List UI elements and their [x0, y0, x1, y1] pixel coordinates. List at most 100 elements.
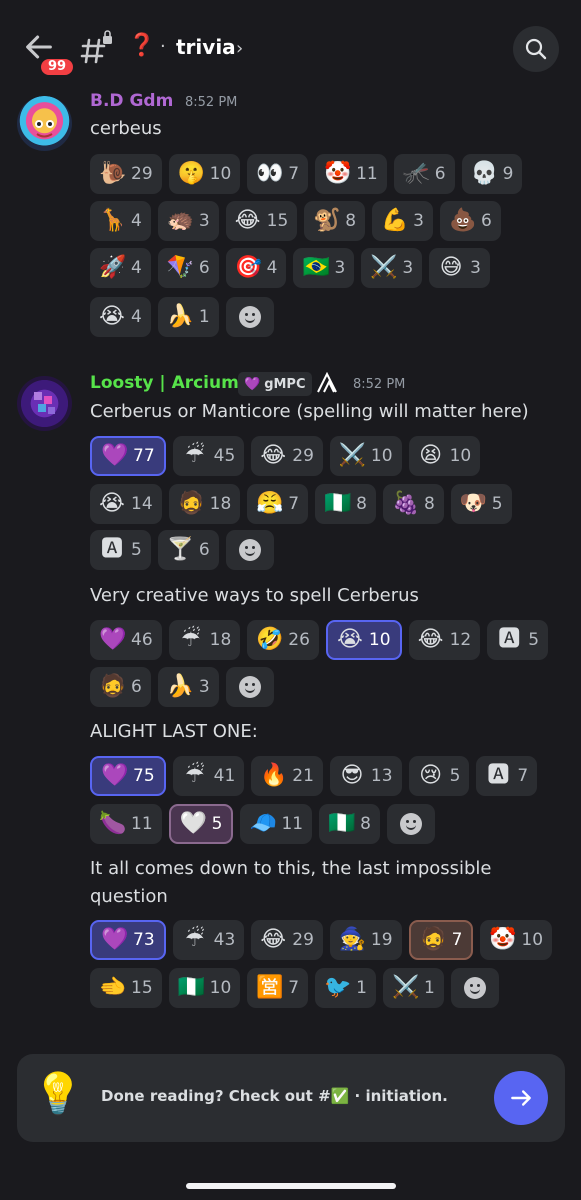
reaction-chip[interactable]: 😭 14 [90, 484, 162, 524]
reaction-chip[interactable]: 👀 7 [247, 154, 309, 194]
reaction-chip[interactable]: 😭 4 [90, 297, 151, 337]
reaction-chip[interactable]: 🇧🇷 3 [293, 248, 355, 288]
reaction-chip[interactable]: ☔ 43 [172, 920, 245, 960]
reaction-emoji: 🤣 [256, 627, 284, 652]
reaction-chip[interactable]: 🇳🇬 8 [319, 804, 380, 844]
reaction-chip[interactable]: 😂 29 [251, 436, 323, 476]
reaction-count: 6 [131, 677, 142, 697]
reaction-chip[interactable]: 😫 10 [408, 436, 481, 476]
reaction-count: 10 [449, 446, 472, 466]
reaction-chip[interactable]: 💀 9 [461, 154, 523, 194]
reaction-count: 19 [370, 930, 393, 950]
reaction-chip[interactable]: 🧢 11 [240, 804, 313, 844]
reaction-emoji: 🐦 [324, 975, 352, 1000]
reaction-row: 🍆 11 🤍 5 🧢 11 🇳🇬 8 [90, 804, 435, 844]
channel-separator: · [160, 36, 166, 57]
add-reaction-button[interactable] [450, 968, 499, 1008]
reaction-chip[interactable]: 🍌 3 [157, 667, 219, 707]
reaction-chip[interactable]: 😭 10 [325, 620, 402, 660]
reaction-chip[interactable]: 🚀 4 [90, 248, 151, 288]
reaction-chip[interactable]: 🍸 6 [157, 530, 219, 570]
done-reading-banner[interactable]: 💡 Done reading? Check out #✅ · initiatio… [17, 1054, 565, 1142]
reaction-chip[interactable]: 💜 75 [90, 756, 166, 796]
reaction-chip[interactable]: 🅰 5 [90, 530, 151, 570]
reaction-chip[interactable]: 🅰 7 [476, 756, 538, 796]
reaction-chip[interactable]: 🎯 4 [225, 248, 287, 288]
reaction-emoji: 💀 [470, 161, 498, 186]
go-button[interactable] [494, 1071, 548, 1125]
reaction-chip[interactable]: 🪁 6 [157, 248, 219, 288]
reaction-chip[interactable]: 🐦 1 [315, 968, 376, 1008]
reaction-chip[interactable]: 🐌 29 [90, 154, 162, 194]
reaction-chip[interactable]: 🤡 10 [480, 920, 553, 960]
reaction-chip[interactable]: 💜 77 [90, 436, 166, 476]
add-reaction-button[interactable] [225, 667, 274, 707]
home-indicator [186, 1183, 396, 1189]
avatar-loosty[interactable] [17, 376, 72, 431]
reaction-chip[interactable]: 🧔 18 [168, 484, 241, 524]
reaction-chip[interactable]: 🤣 26 [247, 620, 319, 660]
reaction-count: 6 [198, 258, 210, 278]
reaction-chip[interactable]: ⚔️ 10 [329, 436, 402, 476]
reaction-chip[interactable]: 🫲 15 [90, 968, 162, 1008]
add-reaction-button[interactable] [225, 530, 274, 570]
reaction-chip[interactable]: ☔ 41 [172, 756, 245, 796]
reaction-chip[interactable]: ⚔️ 1 [382, 968, 444, 1008]
message-text: Very creative ways to spell Cerberus [90, 585, 419, 606]
reaction-chip[interactable]: 😅 3 [429, 248, 490, 288]
reaction-chip[interactable]: 🤡 11 [315, 154, 387, 194]
reaction-chip[interactable]: 🧔 6 [90, 667, 151, 707]
reaction-chip[interactable]: 😂 29 [251, 920, 323, 960]
reaction-chip[interactable]: 🈺 7 [247, 968, 309, 1008]
add-reaction-button[interactable] [225, 297, 274, 337]
reaction-count: 1 [423, 978, 435, 998]
reaction-chip[interactable]: 🧙 19 [329, 920, 402, 960]
reaction-chip[interactable]: 🇳🇬 10 [168, 968, 241, 1008]
reaction-chip[interactable]: 🐒 8 [304, 201, 366, 241]
reaction-chip[interactable]: 😎 13 [329, 756, 402, 796]
reaction-chip[interactable]: 🍌 1 [157, 297, 219, 337]
reaction-chip[interactable]: 🔥 21 [251, 756, 323, 796]
reaction-chip[interactable]: 💪 3 [372, 201, 433, 241]
reaction-chip[interactable]: 💜 73 [90, 920, 166, 960]
reaction-chip[interactable]: ⚔️ 3 [361, 248, 423, 288]
reaction-emoji: 🍌 [166, 304, 195, 329]
reaction-row: 🫲 15 🇳🇬 10 🈺 7 🐦 1 ⚔️ 1 [90, 968, 499, 1008]
reaction-chip[interactable]: 😂 12 [408, 620, 481, 660]
reaction-chip[interactable]: 🐶 5 [450, 484, 512, 524]
search-button[interactable] [513, 26, 559, 72]
reaction-emoji: 💪 [381, 208, 409, 233]
reaction-chip[interactable]: 🦒 4 [90, 201, 151, 241]
reaction-count: 18 [209, 630, 232, 650]
reaction-chip[interactable]: 💩 6 [439, 201, 501, 241]
reaction-chip[interactable]: 🤍 5 [168, 804, 234, 844]
reaction-chip[interactable]: 🍇 8 [382, 484, 444, 524]
reaction-chip[interactable]: 😂 15 [225, 201, 298, 241]
reaction-chip[interactable]: ☔ 45 [172, 436, 245, 476]
reaction-chip[interactable]: 😤 7 [247, 484, 309, 524]
reaction-chip[interactable]: 🤫 10 [168, 154, 241, 194]
message-text: cerbeus [90, 118, 162, 139]
reaction-row: 💜 75 ☔ 41 🔥 21 😎 13 😢 5 🅰 7 [90, 756, 538, 796]
reaction-row: 💜 46 ☔ 18 🤣 26 😭 10 😂 12 🅰 5 [90, 620, 549, 660]
reaction-chip[interactable]: ☔ 18 [168, 620, 241, 660]
reaction-emoji: 💜 [101, 763, 129, 788]
reaction-chip[interactable]: 🧔 7 [408, 920, 474, 960]
chevron-right-icon[interactable]: › [236, 38, 243, 59]
reaction-chip[interactable]: 🦟 6 [393, 154, 455, 194]
message-text: Cerberus or Manticore (spelling will mat… [90, 401, 529, 422]
reaction-chip[interactable]: 🅰 5 [487, 620, 549, 660]
reaction-emoji: 💜 [99, 627, 127, 652]
add-reaction-button[interactable] [386, 804, 435, 844]
reaction-count: 26 [288, 630, 310, 650]
message-timestamp: 8:52 PM [185, 95, 238, 110]
avatar-bd-gdm[interactable] [17, 96, 72, 151]
channel-name[interactable]: trivia [176, 35, 236, 59]
reaction-chip[interactable]: 🇳🇬 8 [315, 484, 376, 524]
reaction-chip[interactable]: 🍆 11 [90, 804, 162, 844]
reaction-chip[interactable]: 💜 46 [90, 620, 162, 660]
message-author[interactable]: Loosty | Arcium [90, 373, 239, 393]
message-author[interactable]: B.D Gdm [90, 91, 173, 111]
reaction-chip[interactable]: 🦔 3 [157, 201, 219, 241]
reaction-chip[interactable]: 😢 5 [408, 756, 470, 796]
